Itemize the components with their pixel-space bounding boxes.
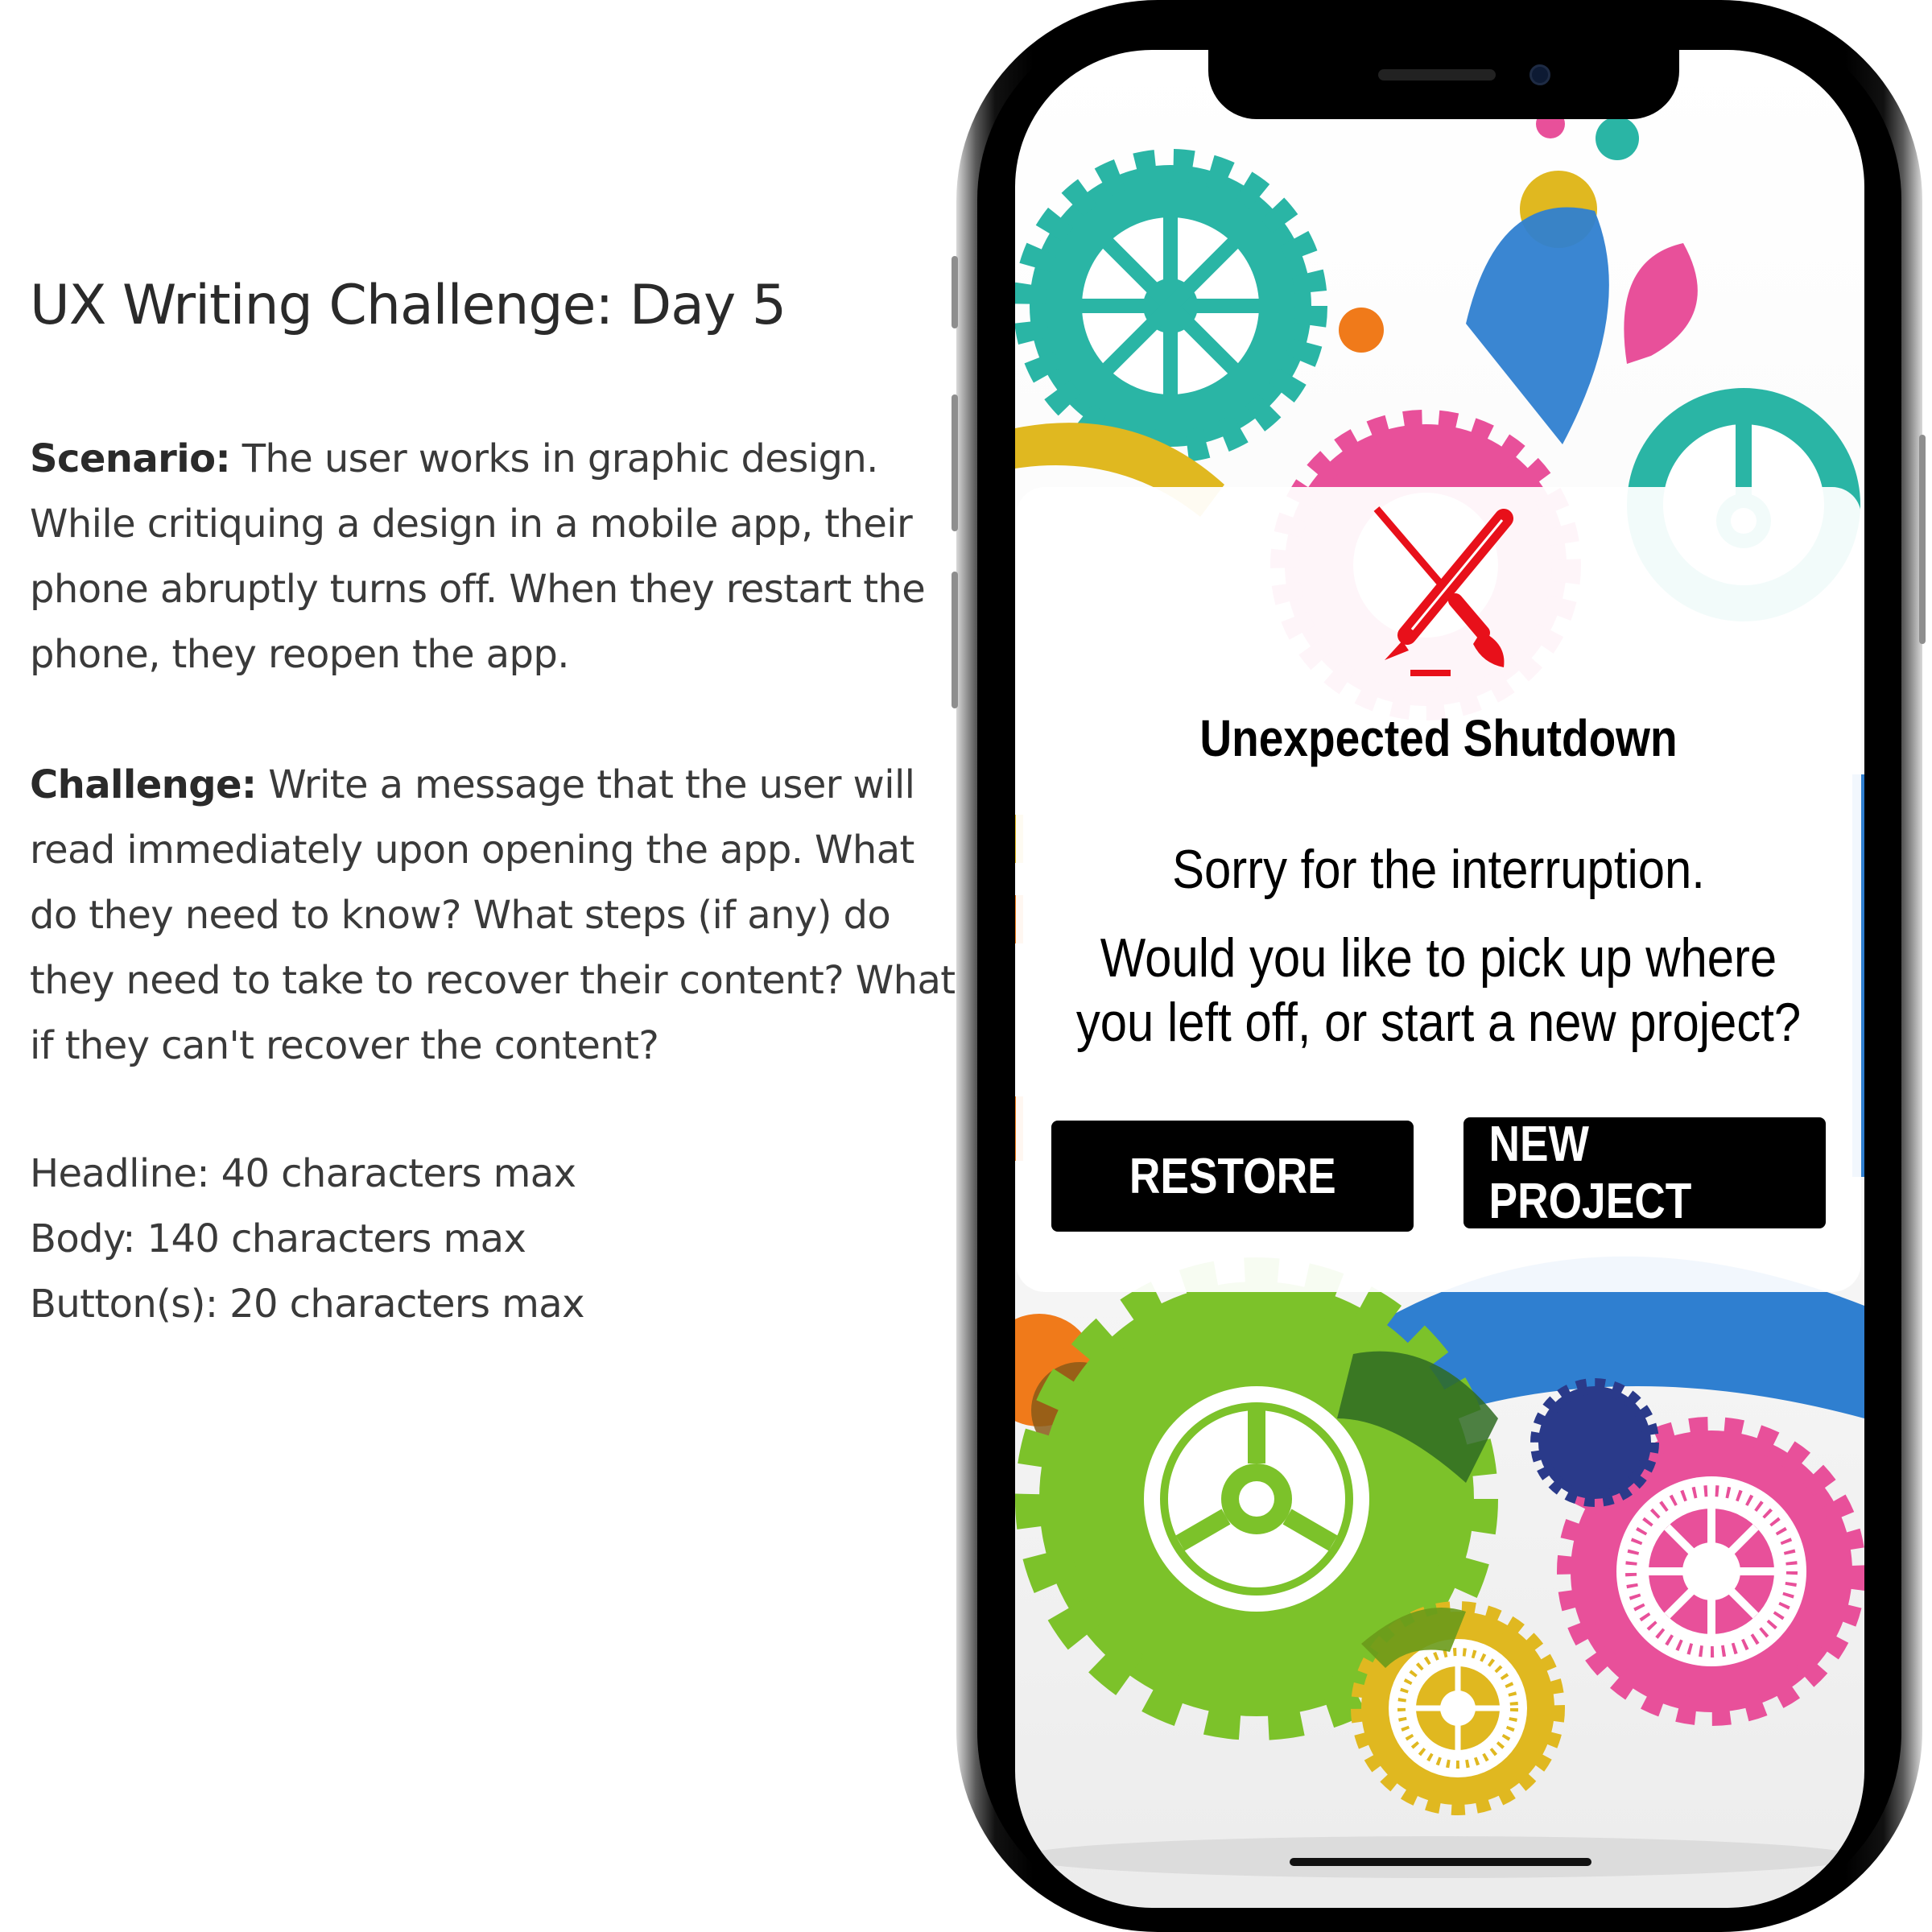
floor-shadow <box>1021 1836 1858 1878</box>
restore-button-label: RESTORE <box>1129 1148 1336 1204</box>
drop-blue <box>1466 207 1609 444</box>
button-limit: Button(s): 20 characters max <box>30 1282 585 1327</box>
home-indicator[interactable] <box>1290 1858 1591 1866</box>
brief-title: UX Writing Challenge: Day 5 <box>30 274 786 337</box>
new-project-button-label: NEW PROJECT <box>1488 1117 1692 1229</box>
body-limit: Body: 140 characters max <box>30 1216 526 1261</box>
challenge-brief: UX Writing Challenge: Day 5 Scenario: Th… <box>0 0 966 1932</box>
new-project-button[interactable]: NEW PROJECT <box>1463 1117 1826 1229</box>
headline-limit: Headline: 40 characters max <box>30 1151 576 1196</box>
restore-button[interactable]: RESTORE <box>1051 1121 1414 1232</box>
dialog-body-question: Would you like to pick up where you left… <box>1075 927 1802 1053</box>
challenge-label: Challenge: <box>30 762 257 807</box>
power-button <box>1919 435 1926 644</box>
gear-navy-small <box>1530 1378 1659 1507</box>
front-camera <box>1530 64 1550 85</box>
dialog-title: Unexpected Shutdown <box>1199 709 1678 767</box>
scenario-paragraph: Scenario: The user works in graphic desi… <box>30 427 956 687</box>
drop-pink <box>1624 243 1698 364</box>
gear-teal-top <box>1015 149 1327 463</box>
volume-up-button <box>952 394 958 531</box>
character-limits: Headline: 40 characters max Body: 140 ch… <box>30 1141 956 1337</box>
volume-down-button <box>952 572 958 708</box>
challenge-text: Write a message that the user will read … <box>30 762 956 1068</box>
mute-switch <box>952 256 958 328</box>
challenge-paragraph: Challenge: Write a message that the user… <box>30 753 956 1079</box>
scenario-label: Scenario: <box>30 436 231 481</box>
earpiece-speaker <box>1378 69 1496 80</box>
crossed-pencil-brush-icon <box>1373 506 1513 676</box>
dialog-body-apology: Sorry for the interruption. <box>1172 839 1705 900</box>
dot-teal <box>1596 117 1639 160</box>
dot-orange <box>1339 308 1384 353</box>
